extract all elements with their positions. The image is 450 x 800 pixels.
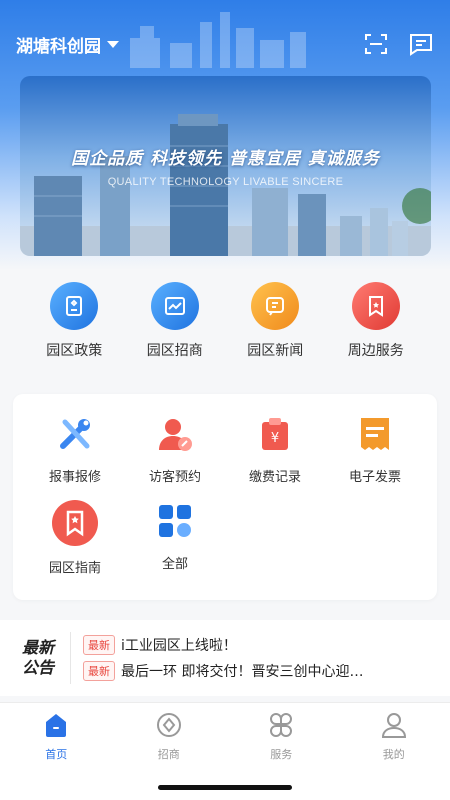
announcement-logo: 最新 公告 xyxy=(0,638,70,678)
scan-icon[interactable] xyxy=(364,32,388,56)
tab-home[interactable]: 首页 xyxy=(16,711,96,762)
message-icon[interactable] xyxy=(408,31,434,57)
tab-label: 首页 xyxy=(45,748,68,761)
service-label: 全部 xyxy=(161,557,188,572)
announcement-text: 最后一环 即将交付！晋安三创中心迎… xyxy=(121,664,364,680)
service-invoice[interactable]: 电子发票 xyxy=(325,412,425,485)
policy-icon xyxy=(50,282,99,330)
tab-profile[interactable]: 我的 xyxy=(354,711,434,762)
repair-icon xyxy=(53,412,97,456)
announcement-bar[interactable]: 最新 公告 最新 i工业园区上线啦！ 最新 最后一环 即将交付！晋安三创中心迎… xyxy=(0,620,450,696)
services-panel: 报事报修 访客预约 ¥ 缴费记录 电子发票 园区指南 全部 xyxy=(13,394,437,600)
promo-banner[interactable]: 国企品质 科技领先 普惠宜居 真诚服务 QUALITY TECHNOLOGY L… xyxy=(20,76,431,256)
news-icon xyxy=(251,282,300,330)
tab-label: 我的 xyxy=(382,748,405,761)
quick-nav-news[interactable]: 园区新闻 xyxy=(230,282,320,360)
service-label: 电子发票 xyxy=(348,470,401,485)
new-badge: 最新 xyxy=(83,635,115,655)
new-badge: 最新 xyxy=(83,661,115,681)
service-label: 园区指南 xyxy=(48,561,101,576)
visitor-icon xyxy=(153,412,197,456)
caret-down-icon xyxy=(107,40,119,48)
bookmark-icon xyxy=(351,282,400,330)
tab-label: 服务 xyxy=(270,748,293,761)
divider xyxy=(70,632,71,684)
service-label: 缴费记录 xyxy=(248,470,301,485)
tab-services[interactable]: 服务 xyxy=(241,711,321,762)
quick-nav-nearby[interactable]: 周边服务 xyxy=(331,282,421,360)
park-selector[interactable]: 湖塘科创园 xyxy=(16,32,119,57)
service-guide[interactable]: 园区指南 xyxy=(25,499,125,576)
banner-subtitle: QUALITY TECHNOLOGY LIVABLE SINCERE xyxy=(107,176,344,188)
quick-nav-investment[interactable]: 园区招商 xyxy=(130,282,220,360)
announcement-logo-line2: 公告 xyxy=(22,658,55,677)
investment-icon xyxy=(155,711,183,743)
quick-nav-label: 园区招商 xyxy=(146,343,203,359)
service-payment[interactable]: ¥ 缴费记录 xyxy=(225,412,325,485)
quick-nav-label: 园区政策 xyxy=(46,343,103,359)
payment-icon: ¥ xyxy=(253,412,297,456)
announcement-item[interactable]: 最新 最后一环 即将交付！晋安三创中心迎… xyxy=(83,661,396,681)
service-visitor[interactable]: 访客预约 xyxy=(125,412,225,485)
invoice-icon xyxy=(353,412,397,456)
tab-label: 招商 xyxy=(157,748,180,761)
svg-text:¥: ¥ xyxy=(271,431,279,446)
service-repair[interactable]: 报事报修 xyxy=(25,412,125,485)
service-all[interactable]: 全部 xyxy=(125,499,225,576)
tab-investment[interactable]: 招商 xyxy=(129,711,209,762)
service-label: 访客预约 xyxy=(148,470,201,485)
announcement-list: 最新 i工业园区上线啦！ 最新 最后一环 即将交付！晋安三创中心迎… xyxy=(83,635,396,681)
banner-slogan: 国企品质 科技领先 普惠宜居 真诚服务 xyxy=(71,149,380,169)
quick-nav-label: 周边服务 xyxy=(347,343,404,359)
home-indicator xyxy=(158,785,292,790)
announcement-item[interactable]: 最新 i工业园区上线啦！ xyxy=(83,635,396,655)
park-name: 湖塘科创园 xyxy=(16,36,101,57)
top-bar: 湖塘科创园 xyxy=(0,26,450,62)
user-icon xyxy=(380,711,408,743)
services-icon xyxy=(267,711,295,743)
chart-icon xyxy=(150,282,199,330)
announcement-logo-line1: 最新 xyxy=(22,638,55,657)
announcement-text: i工业园区上线啦！ xyxy=(121,638,237,654)
quick-nav: 园区政策 园区招商 园区新闻 周边服务 xyxy=(0,282,450,360)
all-icon xyxy=(153,499,197,543)
home-icon xyxy=(42,711,70,743)
quick-nav-policy[interactable]: 园区政策 xyxy=(29,282,119,360)
service-label: 报事报修 xyxy=(48,470,101,485)
guide-icon xyxy=(51,499,99,547)
quick-nav-label: 园区新闻 xyxy=(247,343,304,359)
